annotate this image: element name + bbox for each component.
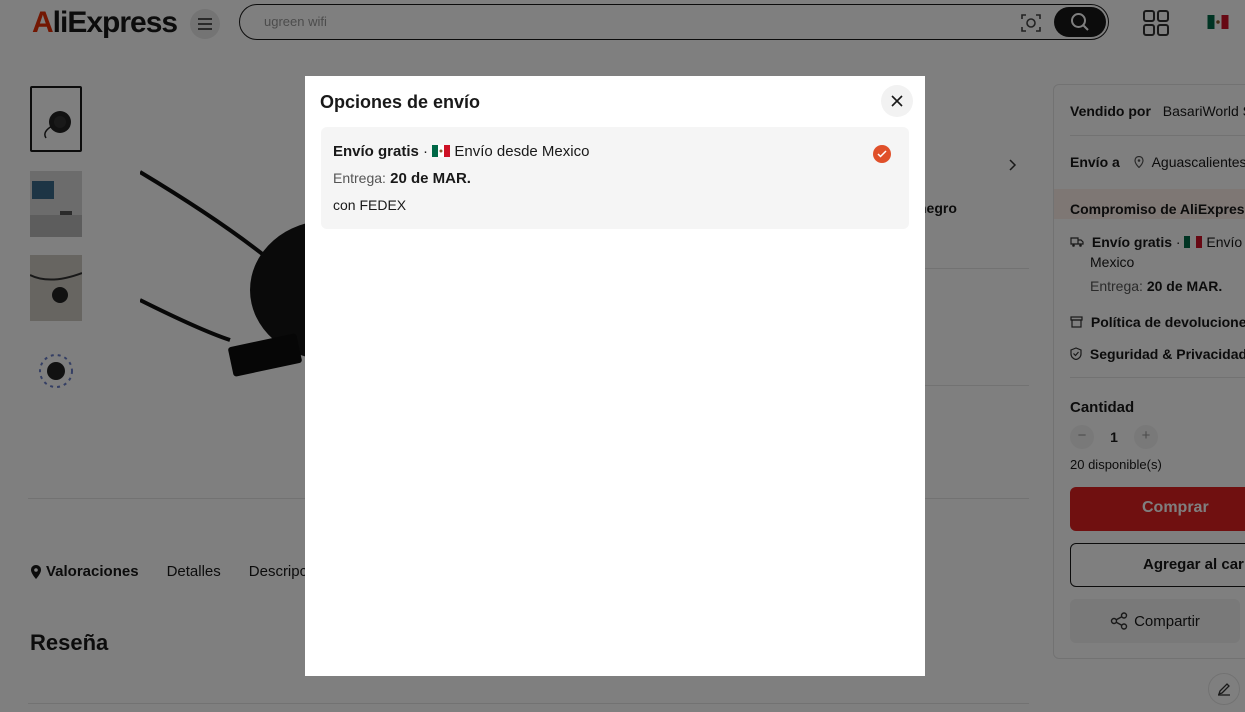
free-shipping-text: Envío gratis	[333, 143, 419, 160]
delivery-date: 20 de MAR.	[390, 170, 471, 187]
shipping-option-header: Envío gratis · Envío desde Mexico	[333, 143, 589, 160]
separator: ·	[423, 143, 429, 160]
modal-title: Opciones de envío	[320, 92, 481, 112]
delivery-row: Entrega: 20 de MAR.	[333, 170, 471, 187]
selected-check[interactable]	[873, 145, 891, 163]
delivery-label: Entrega:	[333, 170, 386, 186]
shipping-option[interactable]: Envío gratis · Envío desde Mexico Entreg…	[321, 127, 909, 229]
ship-from-text: Envío desde Mexico	[454, 143, 590, 160]
check-icon	[877, 150, 887, 158]
carrier-text: con FEDEX	[333, 197, 407, 213]
close-icon	[891, 95, 903, 107]
shipping-options-modal: Opciones de envío Envío gratis · Envío d…	[305, 76, 925, 676]
close-button[interactable]	[881, 85, 913, 117]
mexico-flag-icon	[432, 145, 451, 157]
